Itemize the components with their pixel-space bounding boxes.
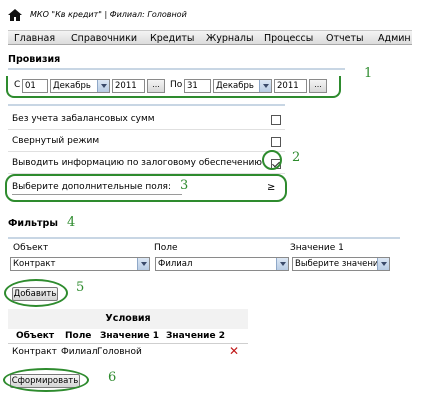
filter-value-value: Выберите значение [295,259,384,269]
menu-item-processes[interactable]: Процессы [264,33,313,44]
annotation-outline-date-range [6,76,341,98]
conditions-col-object: Объект [16,331,55,341]
filters-header: Объект Поле Значение 1 [8,237,400,257]
annotation-outline-add-button [4,279,68,307]
annotation-number-1: 1 [364,66,373,81]
option-row: Без учета забалансовых сумм [8,110,285,130]
filter-value-select[interactable]: Выберите значение [292,257,390,271]
filters-col-object: Объект [13,243,49,253]
filter-object-value: Контракт [13,259,56,269]
annotation-outline-submit-button [3,368,89,392]
top-bar: МКО "Кв кредит" | Филиал: Головной [0,0,424,26]
annotation-number-5: 5 [76,280,85,295]
option-row: Выводить информацию по залоговому обеспе… [8,154,285,174]
option-checkbox-offbalance[interactable] [271,115,281,125]
org-title: МКО "Кв кредит" | Филиал: Головной [30,10,187,19]
delete-condition-icon[interactable]: ✕ [229,345,241,357]
conditions-col-value2: Значение 2 [166,331,225,341]
menu-item-reports[interactable]: Отчеты [326,33,364,44]
title-divider [8,68,345,70]
filters-col-value: Значение 1 [290,243,344,253]
filter-field-select[interactable]: Филиал [155,257,289,271]
conditions-divider [8,343,248,344]
options-divider [8,104,285,106]
menu-item-credits[interactable]: Кредиты [150,33,194,44]
conditions-col-field: Поле [65,331,92,341]
filter-field-value: Филиал [158,259,193,269]
menu-item-home[interactable]: Главная [14,33,55,44]
condition-object-cell: Контракт [12,347,57,357]
main-menu: Главная Справочники Кредиты Журналы Проц… [8,30,412,45]
annotation-number-4: 4 [67,215,76,230]
annotation-outline-checkbox [262,150,282,170]
filters-col-field: Поле [154,243,178,253]
filters-title: Фильтры [8,218,58,229]
annotation-number-3: 3 [180,178,189,193]
condition-value1-cell: Головной [97,347,142,357]
filter-object-select[interactable]: Контракт [10,257,150,271]
annotation-number-6: 6 [108,370,117,385]
menu-item-journals[interactable]: Журналы [206,33,254,44]
option-label: Без учета забалансовых сумм [12,114,155,124]
annotation-number-2: 2 [292,150,301,165]
conditions-title: Условия [8,309,248,329]
option-label: Выводить информацию по залоговому обеспе… [12,158,262,168]
conditions-col-value1: Значение 1 [100,331,159,341]
menu-item-references[interactable]: Справочники [71,33,137,44]
menu-item-admin[interactable]: Админ [378,33,411,44]
option-checkbox-collapsed[interactable] [271,137,281,147]
option-row: Свернутый режим [8,132,285,152]
page-title: Провизия [8,54,61,65]
chevron-down-icon [377,258,389,270]
condition-field-cell: Филиал [61,347,98,357]
chevron-down-icon [276,258,288,270]
chevron-down-icon [137,258,149,270]
home-icon[interactable] [8,9,22,21]
option-label: Свернутый режим [12,136,100,146]
annotation-outline-extra-fields [5,174,287,202]
